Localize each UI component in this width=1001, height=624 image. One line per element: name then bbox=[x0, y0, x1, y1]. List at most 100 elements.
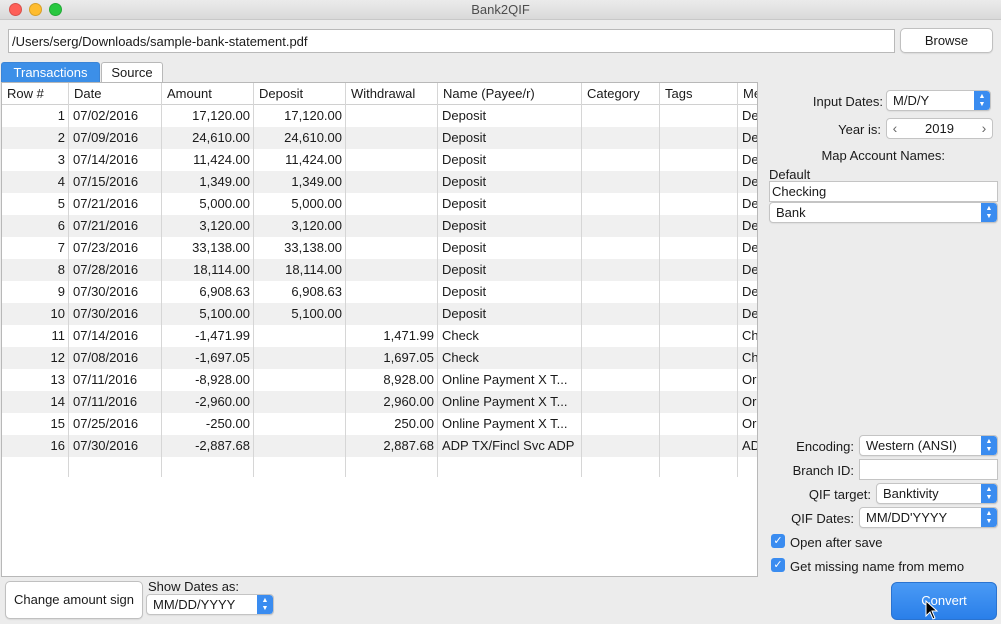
table-row[interactable]: 8 07/28/2016 18,114.00 18,114.00 Deposit De bbox=[2, 259, 757, 281]
column-header-row-number[interactable]: Row # bbox=[2, 83, 69, 105]
cell-withdrawal[interactable]: 1,471.99 bbox=[346, 325, 438, 347]
branch-id-field[interactable] bbox=[859, 459, 998, 480]
cell-deposit[interactable]: 5,100.00 bbox=[254, 303, 346, 325]
cell-deposit[interactable] bbox=[254, 347, 346, 369]
column-header-withdrawal[interactable]: Withdrawal bbox=[346, 83, 438, 105]
cell-date[interactable]: 07/25/2016 bbox=[69, 413, 162, 435]
cell-withdrawal[interactable]: 8,928.00 bbox=[346, 369, 438, 391]
cell-deposit[interactable]: 3,120.00 bbox=[254, 215, 346, 237]
cell-category[interactable] bbox=[582, 325, 660, 347]
missing-name-checkbox[interactable]: ✓ bbox=[771, 558, 785, 572]
year-stepper[interactable]: ‹ 2019 › bbox=[886, 118, 993, 139]
cell-tags[interactable] bbox=[660, 105, 738, 127]
account-type-select[interactable]: Bank ▲ ▼ bbox=[769, 202, 998, 223]
cell-deposit[interactable]: 5,000.00 bbox=[254, 193, 346, 215]
cell-memo[interactable]: AD bbox=[738, 435, 757, 457]
cell-memo[interactable]: Or bbox=[738, 369, 757, 391]
cell-memo[interactable]: De bbox=[738, 193, 757, 215]
cell-row-number[interactable]: 1 bbox=[2, 105, 69, 127]
cell-tags[interactable] bbox=[660, 303, 738, 325]
cell-payee-name[interactable]: Check bbox=[438, 347, 582, 369]
cell-date[interactable]: 07/02/2016 bbox=[69, 105, 162, 127]
cell-amount[interactable]: 24,610.00 bbox=[162, 127, 254, 149]
column-header-category[interactable]: Category bbox=[582, 83, 660, 105]
cell-memo[interactable]: De bbox=[738, 259, 757, 281]
cell-payee-name[interactable]: Online Payment X T... bbox=[438, 391, 582, 413]
cell-deposit[interactable] bbox=[254, 325, 346, 347]
table-row[interactable]: 14 07/11/2016 -2,960.00 2,960.00 Online Paym… bbox=[2, 391, 757, 413]
cell-memo[interactable]: De bbox=[738, 171, 757, 193]
cell-payee-name[interactable]: ADP TX/Fincl Svc ADP bbox=[438, 435, 582, 457]
cell-memo[interactable]: Ch bbox=[738, 347, 757, 369]
tab-transactions[interactable]: Transactions bbox=[1, 62, 100, 82]
cell-category[interactable] bbox=[582, 237, 660, 259]
cell-withdrawal[interactable]: 1,697.05 bbox=[346, 347, 438, 369]
cell-row-number[interactable]: 13 bbox=[2, 369, 69, 391]
cell-row-number[interactable]: 4 bbox=[2, 171, 69, 193]
cell-tags[interactable] bbox=[660, 171, 738, 193]
cell-row-number[interactable]: 11 bbox=[2, 325, 69, 347]
cell-tags[interactable] bbox=[660, 413, 738, 435]
cell-tags[interactable] bbox=[660, 149, 738, 171]
cell-payee-name[interactable]: Check bbox=[438, 325, 582, 347]
cell-row-number[interactable]: 14 bbox=[2, 391, 69, 413]
cell-row-number[interactable]: 8 bbox=[2, 259, 69, 281]
qif-dates-select[interactable]: MM/DD'YYYY ▲ ▼ bbox=[859, 507, 998, 528]
cell-row-number[interactable]: 12 bbox=[2, 347, 69, 369]
cell-deposit[interactable]: 11,424.00 bbox=[254, 149, 346, 171]
table-row[interactable]: 4 07/15/2016 1,349.00 1,349.00 Deposit De bbox=[2, 171, 757, 193]
cell-category[interactable] bbox=[582, 127, 660, 149]
cell-tags[interactable] bbox=[660, 259, 738, 281]
cell-amount[interactable]: -250.00 bbox=[162, 413, 254, 435]
cell-row-number[interactable]: 6 bbox=[2, 215, 69, 237]
cell-category[interactable] bbox=[582, 105, 660, 127]
cell-payee-name[interactable]: Deposit bbox=[438, 259, 582, 281]
cell-deposit[interactable] bbox=[254, 391, 346, 413]
cell-memo[interactable]: Ch bbox=[738, 325, 757, 347]
cell-memo[interactable]: De bbox=[738, 215, 757, 237]
cell-amount[interactable]: 33,138.00 bbox=[162, 237, 254, 259]
cell-amount[interactable]: -2,960.00 bbox=[162, 391, 254, 413]
cell-date[interactable]: 07/30/2016 bbox=[69, 435, 162, 457]
cell-category[interactable] bbox=[582, 369, 660, 391]
table-row[interactable]: 7 07/23/2016 33,138.00 33,138.00 Deposit De bbox=[2, 237, 757, 259]
encoding-select[interactable]: Western (ANSI) ▲ ▼ bbox=[859, 435, 998, 456]
cell-category[interactable] bbox=[582, 435, 660, 457]
cell-withdrawal[interactable]: 2,887.68 bbox=[346, 435, 438, 457]
cell-date[interactable]: 07/14/2016 bbox=[69, 149, 162, 171]
cell-withdrawal[interactable] bbox=[346, 193, 438, 215]
file-path-field[interactable]: /Users/serg/Downloads/sample-bank-statem… bbox=[8, 29, 895, 53]
cell-withdrawal[interactable] bbox=[346, 171, 438, 193]
cell-amount[interactable]: 5,100.00 bbox=[162, 303, 254, 325]
cell-withdrawal[interactable] bbox=[346, 149, 438, 171]
cell-date[interactable]: 07/09/2016 bbox=[69, 127, 162, 149]
cell-date[interactable]: 07/14/2016 bbox=[69, 325, 162, 347]
cell-payee-name[interactable]: Online Payment X T... bbox=[438, 369, 582, 391]
show-dates-select[interactable]: MM/DD/YYYY ▲ ▼ bbox=[146, 594, 274, 615]
cell-row-number[interactable]: 16 bbox=[2, 435, 69, 457]
column-header-date[interactable]: Date bbox=[69, 83, 162, 105]
column-header-name[interactable]: Name (Payee/r) bbox=[438, 83, 582, 105]
cell-amount[interactable]: -1,471.99 bbox=[162, 325, 254, 347]
cell-payee-name[interactable]: Deposit bbox=[438, 281, 582, 303]
chevron-left-icon[interactable]: ‹ bbox=[887, 119, 903, 138]
cell-amount[interactable]: 11,424.00 bbox=[162, 149, 254, 171]
cell-payee-name[interactable]: Deposit bbox=[438, 105, 582, 127]
cell-memo[interactable]: De bbox=[738, 303, 757, 325]
cell-amount[interactable]: -8,928.00 bbox=[162, 369, 254, 391]
cell-tags[interactable] bbox=[660, 347, 738, 369]
cell-payee-name[interactable]: Deposit bbox=[438, 237, 582, 259]
table-row[interactable]: 12 07/08/2016 -1,697.05 1,697.05 Check Ch bbox=[2, 347, 757, 369]
column-header-deposit[interactable]: Deposit bbox=[254, 83, 346, 105]
table-row[interactable]: 11 07/14/2016 -1,471.99 1,471.99 Check Ch bbox=[2, 325, 758, 347]
cell-category[interactable] bbox=[582, 149, 660, 171]
cell-payee-name[interactable]: Deposit bbox=[438, 215, 582, 237]
cell-memo[interactable]: De bbox=[738, 281, 757, 303]
cell-amount[interactable]: 5,000.00 bbox=[162, 193, 254, 215]
cell-withdrawal[interactable] bbox=[346, 215, 438, 237]
account-name-field[interactable]: Checking bbox=[769, 181, 998, 202]
cell-date[interactable]: 07/11/2016 bbox=[69, 369, 162, 391]
cell-deposit[interactable]: 6,908.63 bbox=[254, 281, 346, 303]
cell-deposit[interactable]: 33,138.00 bbox=[254, 237, 346, 259]
cell-row-number[interactable]: 9 bbox=[2, 281, 69, 303]
